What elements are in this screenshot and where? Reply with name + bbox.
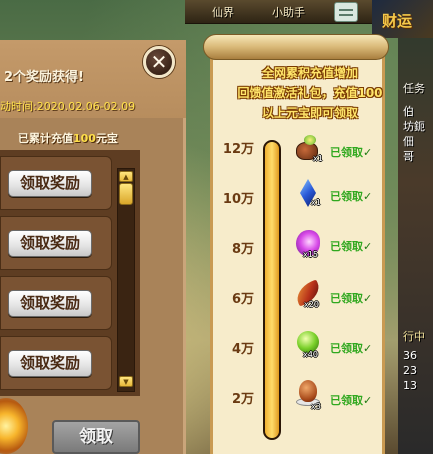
tier-threshold: 12万 [222, 142, 254, 157]
check-icon: ✓ [363, 394, 373, 407]
tier-threshold: 4万 [231, 342, 254, 357]
reward-row: 领取奖励 [0, 156, 112, 210]
claim-button[interactable]: 领取 [52, 420, 140, 454]
tier-qty: x15 [303, 250, 318, 259]
tier-threshold: 8万 [231, 242, 254, 257]
recharge-suffix: 元宝 [95, 132, 118, 145]
tier-qty: x40 [303, 350, 318, 359]
tier-qty: x1 [313, 154, 323, 163]
reward-list-scrollbar[interactable]: ▲ ▼ [117, 168, 135, 392]
reward-panel-title: 2个奖励获得! [4, 70, 84, 85]
edge-stat: 13 [403, 379, 417, 392]
scroll-thumb[interactable] [119, 183, 133, 205]
tier-status-text: 已领取 [330, 342, 363, 355]
tier-status: 已领取✓ [330, 340, 372, 356]
menu-fairy-realm[interactable]: 仙界 [212, 4, 234, 20]
promo-line: 全网累积充值增加 [261, 66, 358, 80]
egg-shape [299, 380, 317, 402]
edge-stat: 36 [403, 349, 417, 362]
check-icon: ✓ [363, 190, 373, 203]
reward-row: 领取奖励 [0, 336, 112, 390]
tier-status-text: 已领取 [330, 394, 363, 407]
claim-reward-button[interactable]: 领取奖励 [8, 230, 92, 257]
close-icon[interactable]: ✕ [143, 46, 175, 78]
tier-threshold: 6万 [231, 292, 254, 307]
green-gem-icon[interactable]: x40 [293, 328, 323, 359]
tier-qty: x3 [311, 402, 321, 411]
activity-time: 动时间:2020.02.06-02.09 [0, 100, 136, 113]
tier-status-text: 已领取 [330, 146, 363, 159]
check-icon: ✓ [363, 146, 373, 159]
scroll-down-arrow-icon[interactable]: ▼ [119, 376, 133, 387]
tier-threshold: 2万 [231, 392, 254, 407]
tier-status: 已领取✓ [330, 144, 372, 160]
treasure-bag-icon[interactable]: x1 [293, 134, 323, 164]
recharge-progress-fill [265, 142, 279, 438]
check-icon: ✓ [363, 292, 373, 305]
tier-status: 已领取✓ [330, 188, 372, 204]
reward-row: 领取奖励 [0, 276, 112, 330]
check-icon: ✓ [363, 240, 373, 253]
blue-crystal-icon[interactable]: x1 [293, 178, 323, 208]
claim-reward-button[interactable]: 领取奖励 [8, 350, 92, 377]
recharge-summary: 已累计充值100元宝 [18, 130, 118, 146]
scroll-up-arrow-icon[interactable]: ▲ [119, 171, 133, 182]
scroll-top-roller [203, 34, 389, 60]
tier-status: 已领取✓ [330, 290, 372, 306]
fire-feather-icon[interactable]: x20 [292, 278, 324, 309]
tier-status-text: 已领取 [330, 190, 363, 203]
tier-status-text: 已领取 [330, 240, 363, 253]
edge-stat: 23 [403, 364, 417, 377]
check-icon: ✓ [363, 342, 373, 355]
promo-line: 回馈值激活礼包，充值100 [237, 86, 383, 100]
menu-helper[interactable]: 小助手 [272, 4, 305, 20]
tier-status: 已领取✓ [330, 392, 372, 408]
reward-row: 领取奖励 [0, 216, 112, 270]
recharge-prefix: 已累计充值 [18, 132, 73, 145]
tier-status-text: 已领取 [330, 292, 363, 305]
bag-top [304, 135, 316, 145]
edge-fragment: 坊鈪 [403, 120, 425, 133]
claim-reward-button[interactable]: 领取奖励 [8, 290, 92, 317]
edge-go-label: 行中 [403, 330, 425, 343]
task-tab[interactable]: 任务 [403, 80, 425, 96]
recharge-progress-track [263, 140, 281, 440]
tier-qty: x20 [304, 300, 319, 309]
tier-qty: x1 [311, 198, 321, 207]
tier-threshold: 10万 [222, 192, 254, 207]
promo-line: 以上元宝即可领取 [261, 106, 358, 120]
purple-swirl-icon[interactable]: x15 [293, 228, 323, 259]
claim-reward-button[interactable]: 领取奖励 [8, 170, 92, 197]
scroll-menu-icon[interactable] [334, 2, 358, 22]
brown-egg-icon[interactable]: x3 [293, 378, 323, 411]
recharge-amount: 100 [73, 132, 96, 145]
tier-status: 已领取✓ [330, 238, 372, 254]
